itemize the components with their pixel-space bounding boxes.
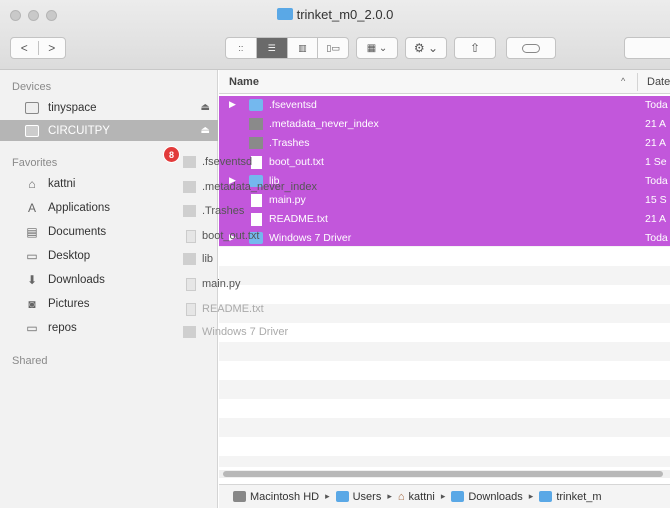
sidebar-item-label: repos — [48, 321, 77, 334]
sidebar-item-label: Desktop — [48, 249, 91, 262]
date-column-header[interactable]: Date — [647, 76, 670, 88]
path-bar: Macintosh HD ▸ Users ▸ ⌂ kattni ▸ Downloa… — [219, 484, 670, 508]
home-icon: ⌂ — [397, 490, 405, 503]
folder-icon: ▭ — [26, 320, 38, 335]
path-crumb-downloads[interactable]: Downloads — [451, 491, 523, 503]
sidebar-item-tinyspace[interactable]: tinyspace ⏏ — [0, 97, 218, 118]
path-separator-icon: ▸ — [440, 491, 446, 501]
file-row-boot-out[interactable]: boot_out.txt 1 Se — [219, 153, 670, 172]
folder-icon — [276, 8, 293, 20]
selected-files: ▶ .fseventsd Toda .metadata_never_index … — [219, 96, 670, 246]
folder-icon — [451, 491, 465, 502]
file-row-windows-7-driver[interactable]: ▶ Windows 7 Driver Toda — [219, 229, 670, 248]
drag-item: main.py — [186, 275, 241, 293]
hard-drive-icon — [233, 491, 246, 502]
drag-item: .metadata_never_index — [183, 178, 317, 196]
home-icon: ⌂ — [28, 176, 36, 191]
icon-view-button[interactable]: :: — [226, 38, 256, 58]
list-view-button[interactable]: ☰ — [255, 38, 287, 58]
drive-icon — [24, 101, 40, 115]
downloads-icon: ⬇ — [26, 272, 38, 287]
view-mode-control: :: ☰ ▥ ▯▭ — [225, 37, 349, 59]
path-crumb-macintosh-hd[interactable]: Macintosh HD — [233, 491, 319, 503]
folder-icon — [539, 491, 553, 502]
folder-icon — [183, 253, 196, 265]
document-icon — [251, 156, 262, 169]
file-icon — [183, 181, 196, 193]
desktop-icon: ▭ — [26, 248, 38, 263]
document-icon — [251, 213, 262, 226]
drag-count-badge: 8 — [163, 146, 180, 163]
drag-item: lib — [183, 250, 213, 268]
document-icon — [186, 277, 196, 291]
forward-button[interactable]: > — [37, 41, 66, 55]
drive-icon — [24, 124, 40, 138]
sidebar-item-circuitpy[interactable]: CIRCUITPY ⏏ — [0, 120, 218, 141]
sidebar-heading-favorites: Favorites — [12, 157, 58, 169]
eject-icon[interactable]: ⏏ — [201, 102, 210, 113]
tag-button[interactable] — [506, 37, 556, 59]
applications-icon: A — [27, 200, 36, 215]
path-separator-icon: ▸ — [528, 491, 534, 501]
sort-ascending-icon: ^ — [621, 76, 626, 86]
sidebar-heading-shared: Shared — [12, 355, 48, 367]
file-row-trashes[interactable]: .Trashes 21 A — [219, 134, 670, 153]
folder-icon — [249, 99, 263, 111]
sidebar-item-label: kattni — [48, 177, 76, 190]
eject-icon[interactable]: ⏏ — [201, 125, 210, 136]
cover-flow-button[interactable]: ▯▭ — [317, 38, 348, 58]
back-button[interactable]: < — [11, 41, 38, 55]
disclosure-triangle-icon[interactable]: ▶ — [229, 99, 236, 110]
scrollbar-thumb[interactable] — [223, 471, 663, 477]
search-field[interactable] — [624, 37, 670, 59]
file-icon — [249, 137, 263, 149]
pictures-icon: ◙ — [28, 296, 36, 311]
sidebar-item-label: CIRCUITPY — [48, 124, 110, 137]
file-row-fseventsd[interactable]: ▶ .fseventsd Toda — [219, 96, 670, 115]
window-titlebar: trinket_m0_2.0.0 < > :: ☰ ▥ ▯▭ ▦ ⌄ ⚙ ⌄ ⇧ — [0, 0, 670, 70]
tag-icon — [522, 43, 540, 53]
file-icon — [249, 118, 263, 130]
sidebar-item-label: tinyspace — [48, 101, 97, 114]
file-icon — [183, 205, 196, 217]
path-separator-icon: ▸ — [325, 491, 330, 501]
file-row-readme[interactable]: README.txt 21 A — [219, 210, 670, 229]
sidebar-heading-devices: Devices — [12, 81, 52, 93]
name-column-header[interactable]: Name — [229, 76, 259, 88]
arrange-button[interactable]: ▦ ⌄ — [356, 37, 398, 59]
action-gear-button[interactable]: ⚙ ⌄ — [405, 37, 447, 59]
sidebar-item-label: Pictures — [48, 297, 90, 310]
path-separator-icon: ▸ — [387, 491, 392, 501]
back-forward-control: < > — [10, 37, 66, 59]
sidebar-item-label: Applications — [48, 201, 111, 214]
document-icon — [186, 302, 196, 316]
sidebar-item-label: Documents — [48, 225, 107, 238]
drag-item: .Trashes — [183, 202, 244, 220]
path-crumb-kattni[interactable]: ⌂ kattni — [398, 491, 435, 503]
column-view-button[interactable]: ▥ — [286, 38, 318, 58]
folder-icon — [335, 491, 349, 502]
file-icon — [183, 156, 196, 168]
sidebar-item-label: Downloads — [48, 273, 105, 286]
share-button[interactable]: ⇧ — [454, 37, 496, 59]
drag-item: .fseventsd — [183, 153, 252, 171]
path-crumb-users[interactable]: Users — [335, 491, 381, 503]
file-row-metadata-never-index[interactable]: .metadata_never_index 21 A — [219, 115, 670, 134]
horizontal-scrollbar[interactable] — [219, 470, 670, 478]
document-icon — [186, 229, 196, 243]
drag-item: README.txt — [186, 300, 264, 318]
window-title: trinket_m0_2.0.0 — [0, 7, 670, 22]
folder-icon — [183, 326, 196, 338]
column-divider[interactable] — [637, 73, 638, 91]
documents-icon: ▤ — [26, 224, 38, 239]
path-crumb-trinket[interactable]: trinket_m — [539, 491, 602, 503]
drag-item: Windows 7 Driver — [183, 323, 288, 341]
drag-item: boot_out.txt — [186, 227, 260, 245]
column-header: Name ^ Date — [219, 70, 670, 94]
